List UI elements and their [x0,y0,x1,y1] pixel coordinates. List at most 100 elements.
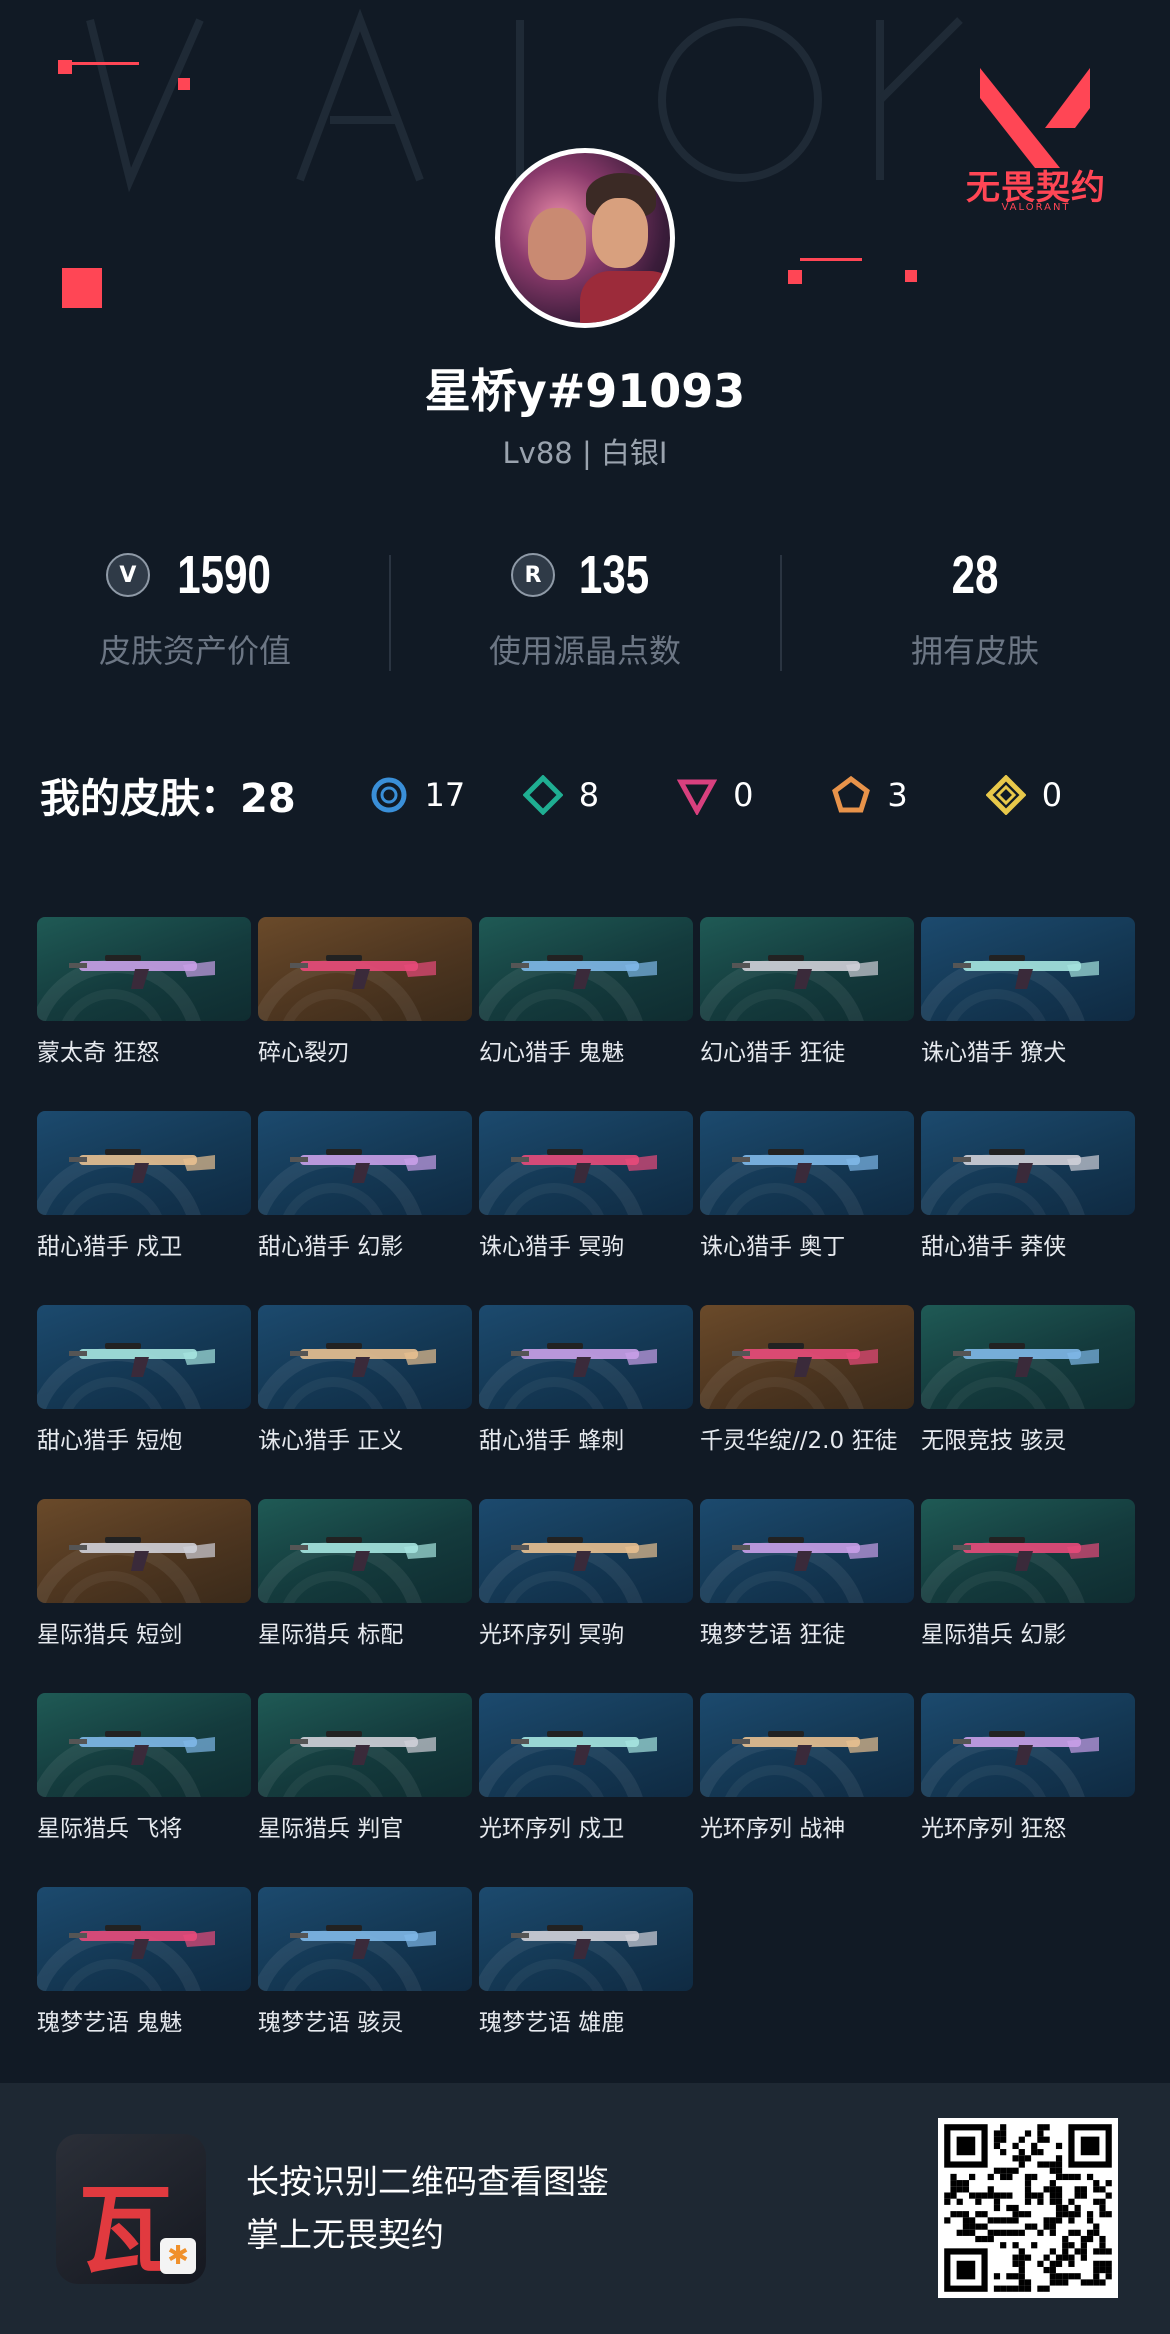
skin-card[interactable]: 甜心猎手 幻影 [258,1111,472,1261]
app-icon[interactable]: 瓦 ✱ [56,2134,206,2284]
skin-card[interactable]: 光环序列 战神 [700,1693,914,1843]
skin-name: 瑰梦艺语 狂徒 [700,1622,846,1648]
skin-card[interactable]: 星际猎兵 判官 [258,1693,472,1843]
skin-thumbnail [921,1305,1135,1409]
weapon-icon [511,1149,657,1183]
select-tier-icon [371,777,406,813]
footer-instruction: 长按识别二维码查看图鉴 [246,2162,609,2201]
rarity-exclusive[interactable]: 0 [985,775,1140,815]
stat-value: 135 [578,545,650,605]
skin-card[interactable]: 蒙太奇 狂怒 [37,917,251,1067]
skin-thumbnail [258,1887,472,1991]
skin-name: 光环序列 狂怒 [921,1816,1067,1842]
skin-card[interactable]: 星际猎兵 标配 [258,1499,472,1649]
weapon-icon [732,1731,878,1765]
skin-card[interactable]: 光环序列 戍卫 [479,1693,693,1843]
skin-card[interactable]: 千灵华绽//2.0 狂徒 [700,1305,914,1455]
skin-thumbnail [479,1693,693,1797]
rarity-summary: 我的皮肤：28 17 8 0 3 0 [40,765,1140,825]
weapon-icon [290,1149,436,1183]
weapon-icon [953,1343,1099,1377]
skin-thumbnail [921,1693,1135,1797]
skin-card[interactable]: 无限竞技 骇灵 [921,1305,1135,1455]
skin-thumbnail [258,1693,472,1797]
skin-card[interactable]: 甜心猎手 蜂刺 [479,1305,693,1455]
skin-card[interactable]: 幻心猎手 鬼魅 [479,917,693,1067]
skin-name: 瑰梦艺语 骇灵 [258,2010,404,2036]
weapon-icon [290,1925,436,1959]
qr-code-icon[interactable] [938,2118,1118,2298]
skin-thumbnail [37,1111,251,1215]
skin-card[interactable]: 诛心猎手 冥驹 [479,1111,693,1261]
skin-card[interactable]: 光环序列 冥驹 [479,1499,693,1649]
weapon-icon [953,1731,1099,1765]
skin-name: 星际猎兵 标配 [258,1622,404,1648]
skin-name: 星际猎兵 飞将 [37,1816,183,1842]
stat-value: 28 [951,545,999,605]
skin-card[interactable]: 星际猎兵 幻影 [921,1499,1135,1649]
skin-thumbnail [37,1305,251,1409]
weapon-icon [69,955,215,989]
radianite-icon: R [510,553,555,597]
skin-thumbnail [37,917,251,1021]
skin-card[interactable]: 幻心猎手 狂徒 [700,917,914,1067]
weapon-icon [511,1731,657,1765]
skin-thumbnail [700,1111,914,1215]
stat-skin-value: V 1590 皮肤资产价值 [0,540,390,672]
weapon-icon [69,1343,215,1377]
weapon-icon [511,1343,657,1377]
avatar[interactable] [495,148,675,328]
skin-name: 甜心猎手 戍卫 [37,1234,183,1260]
weapon-icon [290,1343,436,1377]
stats-panel: V 1590 皮肤资产价值 R 135 使用源晶点数 28 拥有皮肤 [0,540,1170,690]
rarity-count: 8 [578,776,600,814]
skin-thumbnail [37,1887,251,1991]
skin-card[interactable]: 瑰梦艺语 鬼魅 [37,1887,251,2037]
skin-card[interactable]: 星际猎兵 短剑 [37,1499,251,1649]
skin-thumbnail [37,1499,251,1603]
player-name: 星桥y#91093 [424,364,746,418]
skin-name: 光环序列 战神 [700,1816,846,1842]
divider [389,555,391,671]
skin-thumbnail [479,917,693,1021]
skin-card[interactable]: 光环序列 狂怒 [921,1693,1135,1843]
skin-name: 诛心猎手 獠犬 [921,1040,1067,1066]
weapon-icon [732,1149,878,1183]
skin-card[interactable]: 甜心猎手 戍卫 [37,1111,251,1261]
weapon-icon [69,1731,215,1765]
exclusive-tier-icon [985,775,1026,815]
rarity-count: 0 [733,776,754,814]
skin-card[interactable]: 星际猎兵 飞将 [37,1693,251,1843]
skin-card[interactable]: 诛心猎手 正义 [258,1305,472,1455]
skin-name: 星际猎兵 短剑 [37,1622,183,1648]
skin-name: 光环序列 冥驹 [479,1622,625,1648]
skin-thumbnail [37,1693,251,1797]
skin-card[interactable]: 甜心猎手 莽侠 [921,1111,1135,1261]
weapon-icon [290,1731,436,1765]
rarity-deluxe[interactable]: 8 [522,775,677,815]
rarity-select[interactable]: 17 [369,775,523,815]
brand-subtitle: VALORANT [1001,202,1071,213]
skin-name: 蒙太奇 狂怒 [37,1040,160,1066]
skin-name: 诛心猎手 奥丁 [700,1234,846,1260]
skin-card[interactable]: 瑰梦艺语 雄鹿 [479,1887,693,2037]
skin-thumbnail [700,1305,914,1409]
rarity-count: 0 [1041,776,1063,814]
skin-card[interactable]: 瑰梦艺语 狂徒 [700,1499,914,1649]
skin-card[interactable]: 诛心猎手 獠犬 [921,917,1135,1067]
weapon-icon [732,955,878,989]
skin-card[interactable]: 碎心裂刃 [258,917,472,1067]
skin-card[interactable]: 诛心猎手 奥丁 [700,1111,914,1261]
rarity-premium[interactable]: 0 [677,775,831,815]
skin-thumbnail [700,1499,914,1603]
skin-name: 碎心裂刃 [258,1040,350,1066]
skin-thumbnail [258,1111,472,1215]
weapon-icon [732,1537,878,1571]
skin-name: 甜心猎手 幻影 [258,1234,404,1260]
skin-name: 瑰梦艺语 鬼魅 [37,2010,183,2036]
skin-name: 幻心猎手 狂徒 [700,1040,846,1066]
skin-name: 星际猎兵 幻影 [921,1622,1067,1648]
skin-card[interactable]: 瑰梦艺语 骇灵 [258,1887,472,2037]
rarity-ultra[interactable]: 3 [831,775,985,815]
skin-card[interactable]: 甜心猎手 短炮 [37,1305,251,1455]
